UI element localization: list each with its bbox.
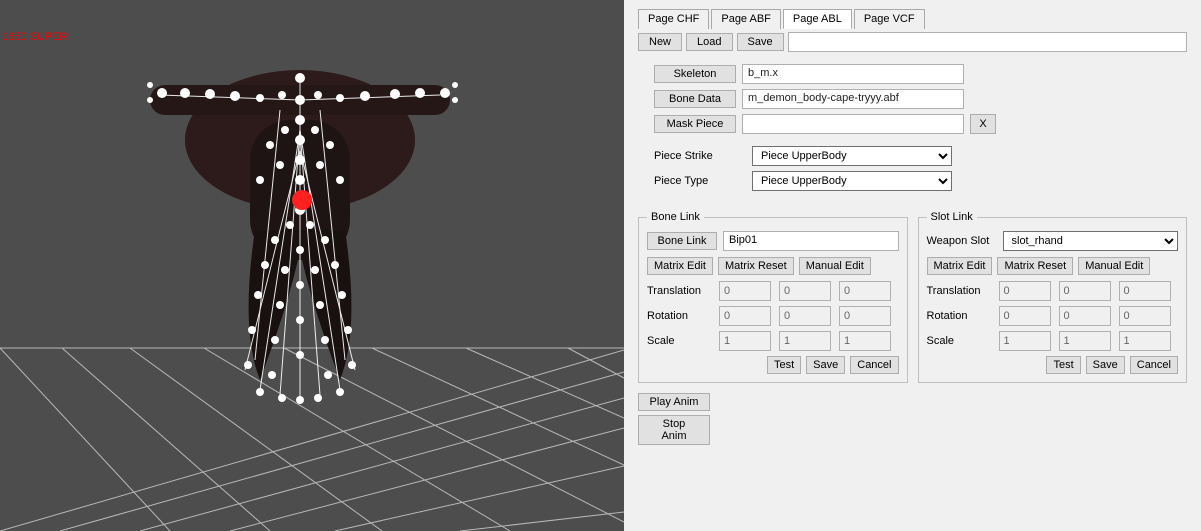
sl-rz[interactable] [1119, 306, 1171, 326]
bone-link-label: Bone Link [647, 232, 717, 250]
sl-sx[interactable] [999, 331, 1051, 351]
sl-rx[interactable] [999, 306, 1051, 326]
bl-manual-edit-button[interactable]: Manual Edit [799, 257, 871, 275]
bl-tx[interactable] [719, 281, 771, 301]
sl-ry[interactable] [1059, 306, 1111, 326]
maskpiece-label: Mask Piece [654, 115, 736, 133]
bl-sz[interactable] [839, 331, 891, 351]
bl-tz[interactable] [839, 281, 891, 301]
bl-test-button[interactable]: Test [767, 356, 801, 374]
bl-sy[interactable] [779, 331, 831, 351]
bone-link-legend: Bone Link [647, 211, 704, 223]
sl-cancel-button[interactable]: Cancel [1130, 356, 1178, 374]
piece-strike-label: Piece Strike [654, 150, 742, 162]
sl-matrix-edit-button[interactable]: Matrix Edit [927, 257, 993, 275]
maskpiece-value[interactable] [742, 114, 964, 134]
piece-type-select[interactable]: Piece UpperBody [752, 171, 952, 191]
sl-ty[interactable] [1059, 281, 1111, 301]
bl-matrix-edit-button[interactable]: Matrix Edit [647, 257, 713, 275]
bl-ry[interactable] [779, 306, 831, 326]
bl-translation-label: Translation [647, 285, 711, 297]
slot-link-group: Slot Link Weapon Slot slot_rhand Matrix … [918, 211, 1188, 383]
bl-sx[interactable] [719, 331, 771, 351]
bl-rotation-label: Rotation [647, 310, 711, 322]
bl-scale-label: Scale [647, 335, 711, 347]
tab-abl[interactable]: Page ABL [783, 9, 852, 29]
tab-abf[interactable]: Page ABF [711, 9, 781, 29]
load-button[interactable]: Load [686, 33, 732, 51]
sl-manual-edit-button[interactable]: Manual Edit [1078, 257, 1150, 275]
bl-save-button[interactable]: Save [806, 356, 845, 374]
property-panel: Page CHF Page ABF Page ABL Page VCF New … [624, 0, 1201, 531]
sl-save-button[interactable]: Save [1086, 356, 1125, 374]
weapon-slot-label: Weapon Slot [927, 235, 997, 247]
sl-tx[interactable] [999, 281, 1051, 301]
bl-rx[interactable] [719, 306, 771, 326]
bonedata-value[interactable]: m_demon_body-cape-tryyy.abf [742, 89, 964, 109]
sl-matrix-reset-button[interactable]: Matrix Reset [997, 257, 1073, 275]
sl-rotation-label: Rotation [927, 310, 991, 322]
stop-anim-button[interactable]: Stop Anim [638, 415, 710, 445]
sl-scale-label: Scale [927, 335, 991, 347]
tab-chf[interactable]: Page CHF [638, 9, 709, 29]
tab-bar: Page CHF Page ABF Page ABL Page VCF [638, 8, 1187, 28]
piece-type-label: Piece Type [654, 175, 742, 187]
sl-translation-label: Translation [927, 285, 991, 297]
bone-link-group: Bone Link Bone Link Bip01 Matrix Edit Ma… [638, 211, 908, 383]
viewport-3d[interactable]: 1650 SUPER [0, 0, 624, 531]
sl-sz[interactable] [1119, 331, 1171, 351]
skeleton-value[interactable]: b_m.x [742, 64, 964, 84]
tab-vcf[interactable]: Page VCF [854, 9, 925, 29]
play-anim-button[interactable]: Play Anim [638, 393, 710, 411]
maskpiece-clear-button[interactable]: X [970, 114, 996, 134]
selected-bone-icon [292, 190, 312, 210]
bl-rz[interactable] [839, 306, 891, 326]
bonedata-label: Bone Data [654, 90, 736, 108]
bl-matrix-reset-button[interactable]: Matrix Reset [718, 257, 794, 275]
bl-ty[interactable] [779, 281, 831, 301]
save-button[interactable]: Save [737, 33, 784, 51]
weapon-slot-select[interactable]: slot_rhand [1003, 231, 1179, 251]
sl-test-button[interactable]: Test [1046, 356, 1080, 374]
bone-link-value[interactable]: Bip01 [723, 231, 899, 251]
piece-strike-select[interactable]: Piece UpperBody [752, 146, 952, 166]
sl-tz[interactable] [1119, 281, 1171, 301]
bl-cancel-button[interactable]: Cancel [850, 356, 898, 374]
slot-link-legend: Slot Link [927, 211, 977, 223]
skeleton-label: Skeleton [654, 65, 736, 83]
viewport-svg [0, 0, 624, 531]
new-button[interactable]: New [638, 33, 682, 51]
file-path-field[interactable] [788, 32, 1187, 52]
sl-sy[interactable] [1059, 331, 1111, 351]
